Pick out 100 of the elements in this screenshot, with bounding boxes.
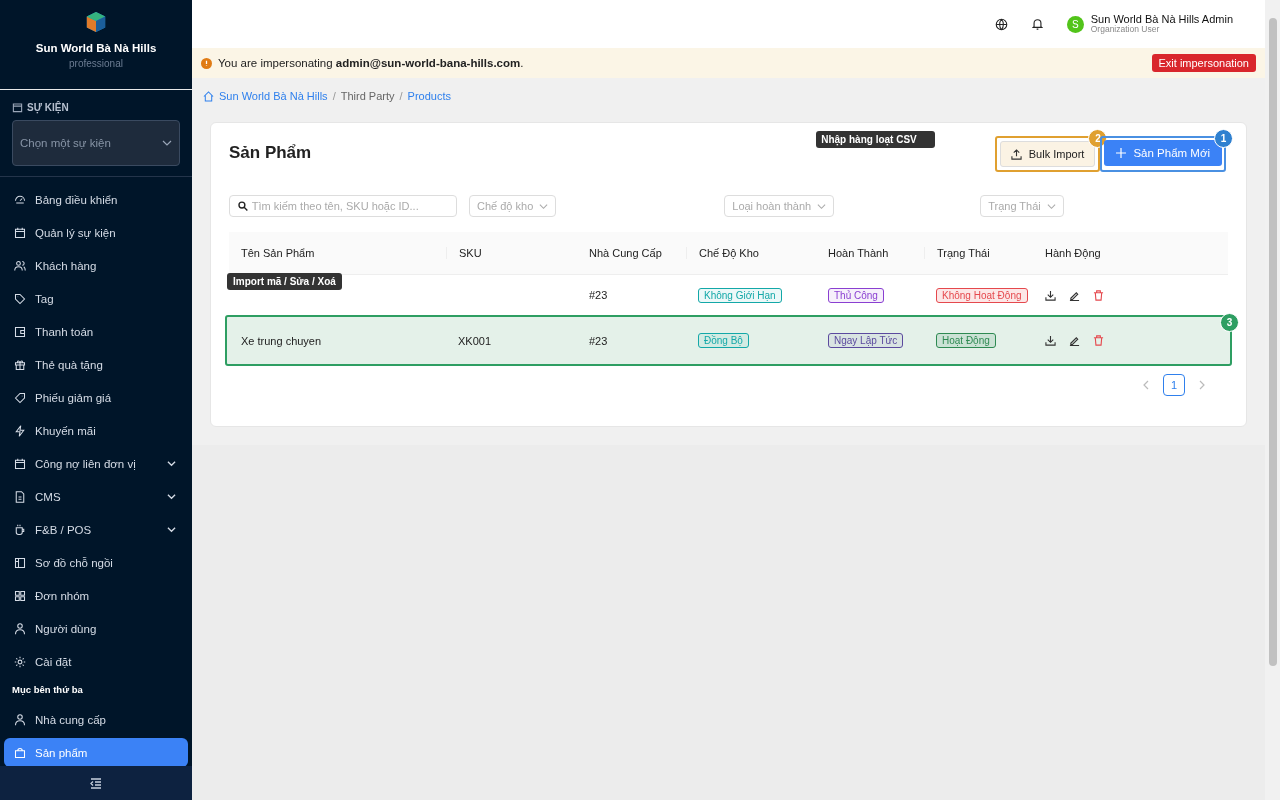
- nav-label: Người dùng: [35, 622, 98, 635]
- warning-icon: [201, 57, 212, 69]
- table-cell-text: #23: [588, 289, 609, 301]
- person-icon: [14, 622, 26, 635]
- nav-label: Cài đặt: [35, 655, 73, 668]
- step-badge: 3: [1220, 313, 1239, 332]
- table-cell-text: Xe trung chuyen: [240, 334, 323, 347]
- brand-name: Sun World Bà Nà Hills: [35, 42, 157, 54]
- table-cell-text: XK001: [457, 334, 493, 347]
- user-role: Organization User: [1090, 25, 1161, 35]
- nav-item[interactable]: CMS: [4, 482, 188, 511]
- nav-item[interactable]: Công nợ liên đơn vị: [4, 449, 188, 478]
- new-product-button[interactable]: Sản Phẩm Mới: [1104, 140, 1222, 166]
- nav-label: Thanh toán: [35, 325, 95, 338]
- column-header: Tên Sản Phẩm: [240, 247, 316, 259]
- nav-item[interactable]: Quản lý sự kiện: [4, 218, 188, 247]
- upload-icon: [1010, 148, 1022, 160]
- status-tag: Không Hoạt Động: [936, 287, 1028, 303]
- nav-item[interactable]: Sơ đồ chỗ ngồi: [4, 548, 188, 577]
- nav-label: Tag: [35, 292, 55, 305]
- layout-icon: [14, 556, 26, 569]
- plus-icon: [1116, 148, 1127, 158]
- nav-item[interactable]: Bảng điều khiển: [4, 185, 188, 214]
- breadcrumb-separator: /: [332, 90, 336, 102]
- event-select[interactable]: Chọn một sự kiện: [12, 120, 180, 166]
- plan-label: professional: [69, 58, 123, 69]
- delete-icon[interactable]: [1093, 335, 1104, 346]
- scrollbar[interactable]: [1265, 0, 1280, 800]
- exit-impersonation-button[interactable]: Exit impersonation: [1151, 54, 1256, 72]
- gauge-icon: [14, 193, 26, 206]
- delete-icon[interactable]: [1093, 289, 1104, 301]
- nav-label: Sản phẩm: [35, 746, 89, 759]
- chevron-down-icon: [167, 492, 176, 501]
- download-icon[interactable]: [1045, 289, 1056, 301]
- fulfillment-tag: Ngay Lập Tức: [828, 333, 904, 348]
- gear-icon: [14, 655, 26, 668]
- nav-label: Quản lý sự kiện: [35, 226, 117, 239]
- table-cell-text: #23: [588, 334, 609, 347]
- chevron-down-icon: [167, 459, 176, 468]
- wallet-icon: [14, 325, 26, 338]
- download-icon[interactable]: [1045, 335, 1056, 346]
- calendar-icon: [12, 102, 23, 113]
- chevron-down-icon: [1046, 201, 1056, 211]
- breadcrumb-link[interactable]: Products: [407, 90, 451, 102]
- stock-mode-tag: Không Giới Hạn: [698, 287, 782, 303]
- breadcrumb-item: Third Party: [340, 90, 395, 102]
- nav-label: Sơ đồ chỗ ngồi: [35, 556, 114, 569]
- bell-icon[interactable]: [1031, 18, 1043, 30]
- nav-item[interactable]: Phiếu giảm giá: [4, 383, 188, 412]
- chevron-down-icon: [167, 525, 176, 534]
- nav-item[interactable]: Thẻ quà tặng: [4, 350, 188, 379]
- chevron-down-icon: [817, 201, 827, 211]
- grid-icon: [14, 589, 26, 602]
- fulfillment-tag: Thủ Công: [828, 287, 884, 303]
- tooltip: Import mã / Sửa / Xoá: [227, 273, 342, 290]
- column-header: Nhà Cung Cấp: [588, 247, 663, 259]
- person-icon: [14, 713, 26, 726]
- nav-label: F&B / POS: [35, 523, 93, 536]
- nav-item[interactable]: Sản phẩm: [4, 738, 188, 766]
- breadcrumb-separator: /: [399, 90, 403, 102]
- cup-icon: [14, 523, 26, 536]
- nav-label: Khách hàng: [35, 259, 98, 272]
- gift-icon: [14, 358, 26, 371]
- column-header: Trạng Thái: [924, 247, 1033, 259]
- page-title: Sản Phẩm: [229, 143, 312, 163]
- column-header: SKU: [446, 247, 577, 259]
- nav-item[interactable]: Đơn nhóm: [4, 581, 188, 610]
- nav-item[interactable]: Tag: [4, 284, 188, 313]
- nav-item[interactable]: Khách hàng: [4, 251, 188, 280]
- impersonation-message: You are impersonating admin@sun-world-bana-hills.com.: [218, 57, 525, 69]
- nav-item[interactable]: Thanh toán: [4, 317, 188, 346]
- nav-label: Khuyến mãi: [35, 424, 97, 437]
- nav-item[interactable]: Cài đặt: [4, 647, 188, 676]
- tag-icon: [14, 292, 26, 305]
- home-icon[interactable]: [203, 90, 214, 102]
- section-title: Mục bên thứ ba: [11, 683, 84, 697]
- lightning-icon: [14, 424, 26, 437]
- edit-icon[interactable]: [1069, 289, 1080, 301]
- ticket-icon: [14, 391, 26, 404]
- nav-item[interactable]: Nhà cung cấp: [4, 705, 188, 734]
- page-button[interactable]: 1: [1163, 374, 1185, 396]
- edit-icon[interactable]: [1069, 335, 1080, 346]
- step-badge: 1: [1214, 129, 1233, 148]
- collapse-menu-icon[interactable]: [90, 777, 102, 789]
- globe-icon[interactable]: [994, 17, 1008, 31]
- nav-item[interactable]: Khuyến mãi: [4, 416, 188, 445]
- column-header: Hành Động: [1044, 247, 1102, 259]
- breadcrumb-link[interactable]: Sun World Bà Nà Hills: [219, 90, 328, 102]
- nav-item[interactable]: Người dùng: [4, 614, 188, 643]
- column-header: Hoàn Thành: [827, 247, 890, 259]
- nav-item[interactable]: F&B / POS: [4, 515, 188, 544]
- user-name: Sun World Bà Nà Hills Admin: [1090, 13, 1233, 25]
- nav-label: CMS: [35, 490, 62, 503]
- calendar-icon: [14, 226, 26, 239]
- tooltip: Nhập hàng loạt CSV: [816, 131, 935, 148]
- bag-icon: [14, 746, 26, 759]
- bulk-import-button[interactable]: Bulk Import: [999, 141, 1096, 167]
- search-field[interactable]: Tìm kiếm theo tên, SKU hoặc ID...: [229, 195, 457, 217]
- section-title: SỰ KIỆN: [27, 102, 69, 113]
- people-icon: [14, 259, 26, 272]
